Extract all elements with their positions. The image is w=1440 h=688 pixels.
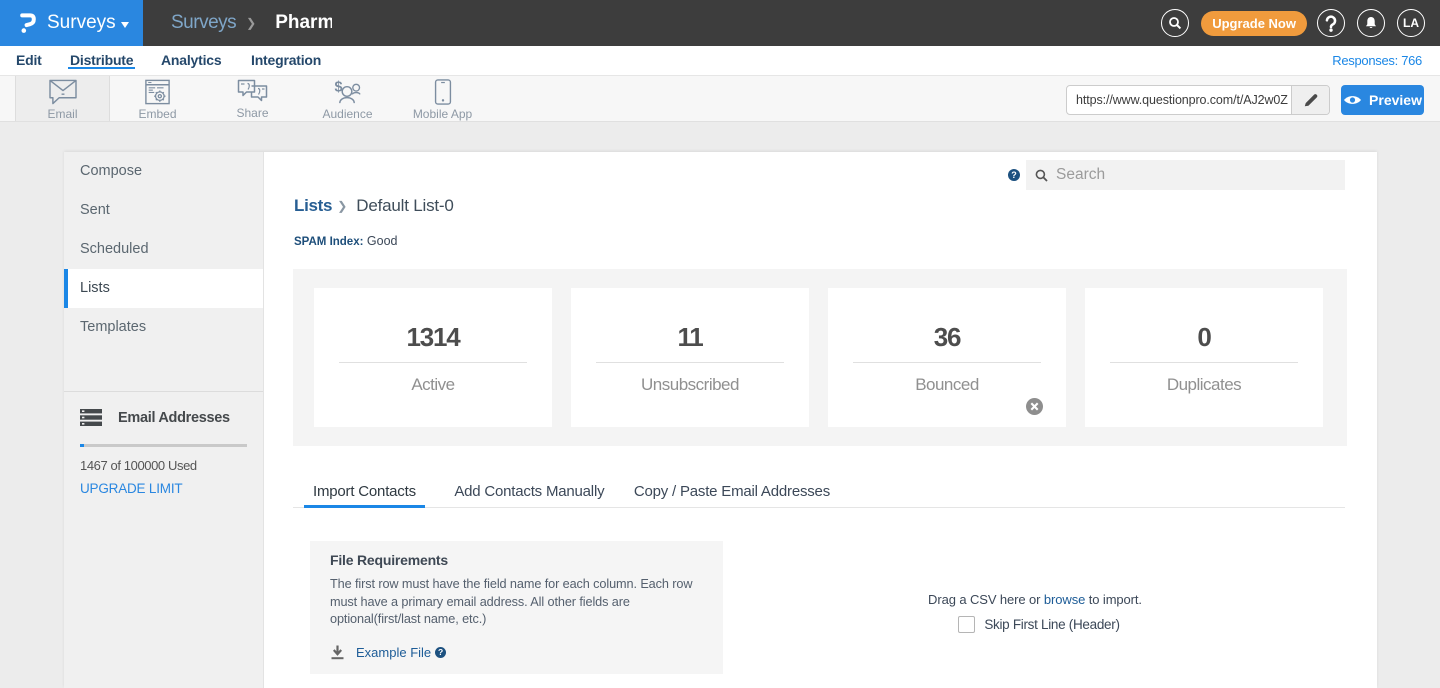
svg-text:$: $ xyxy=(335,80,343,96)
